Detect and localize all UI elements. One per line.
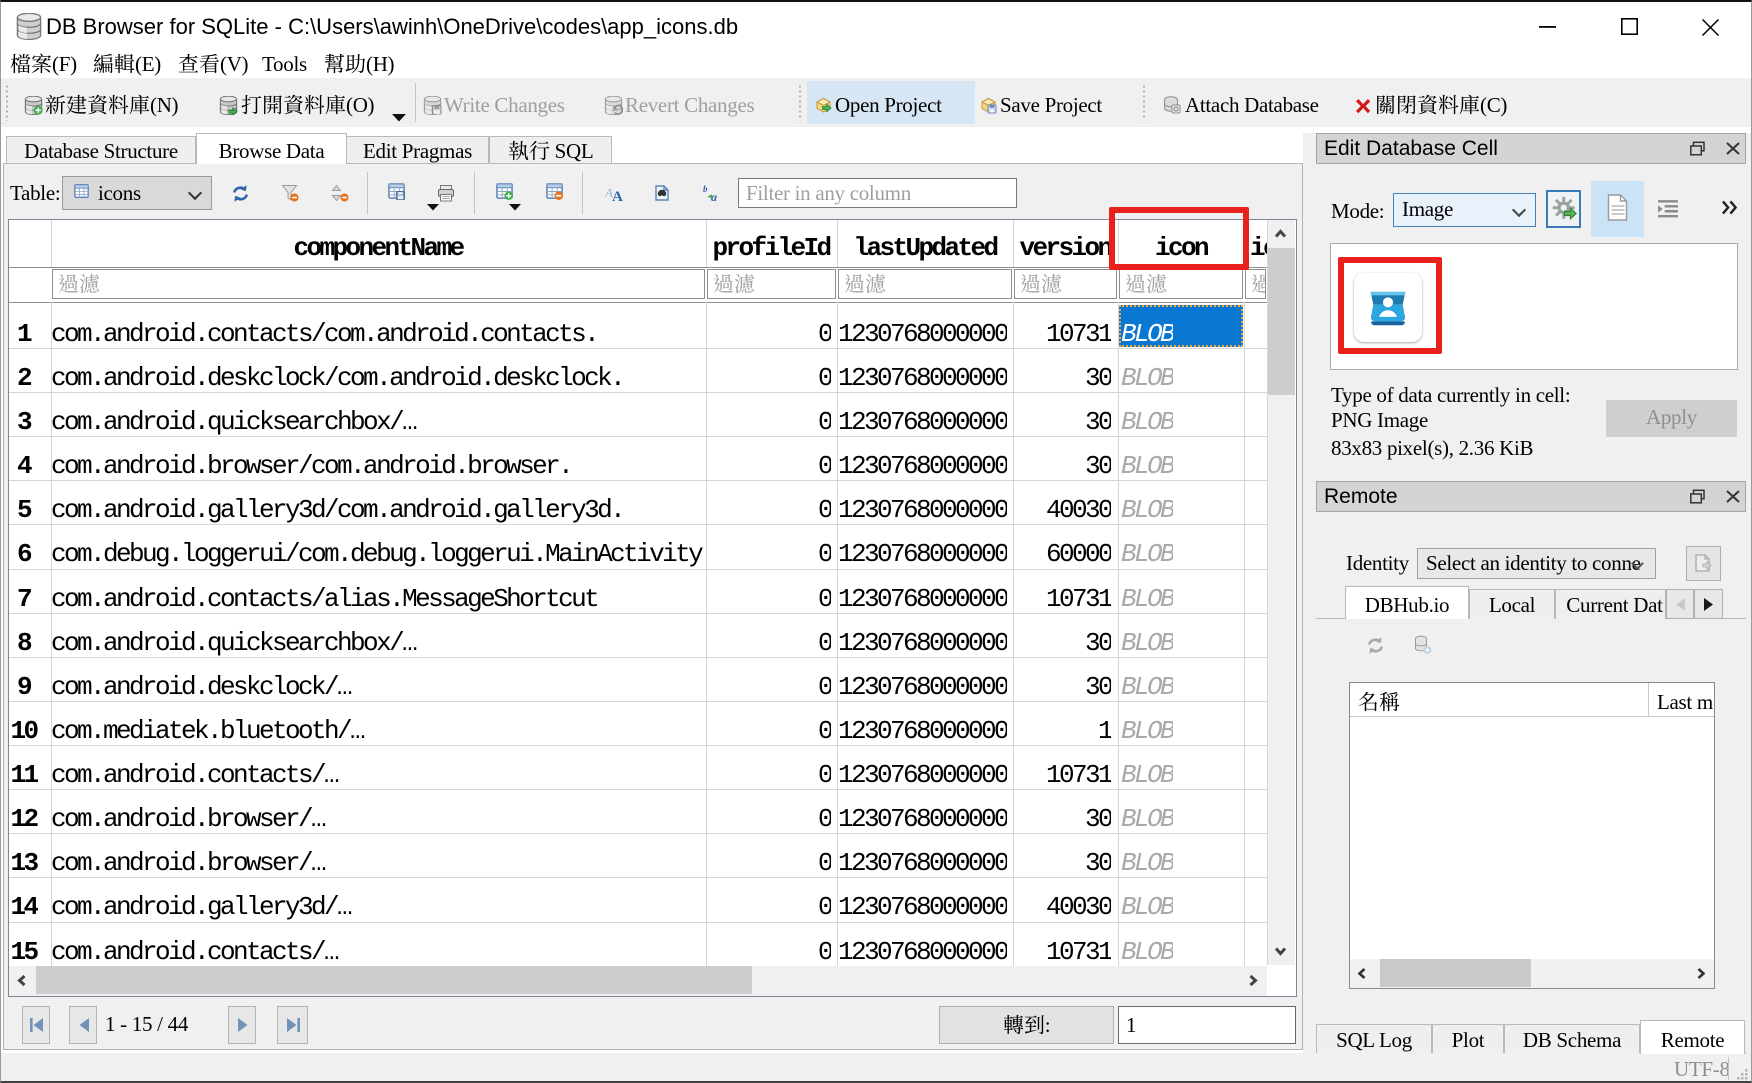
svg-text:A: A bbox=[612, 189, 623, 202]
svg-text:b: b bbox=[703, 184, 708, 194]
